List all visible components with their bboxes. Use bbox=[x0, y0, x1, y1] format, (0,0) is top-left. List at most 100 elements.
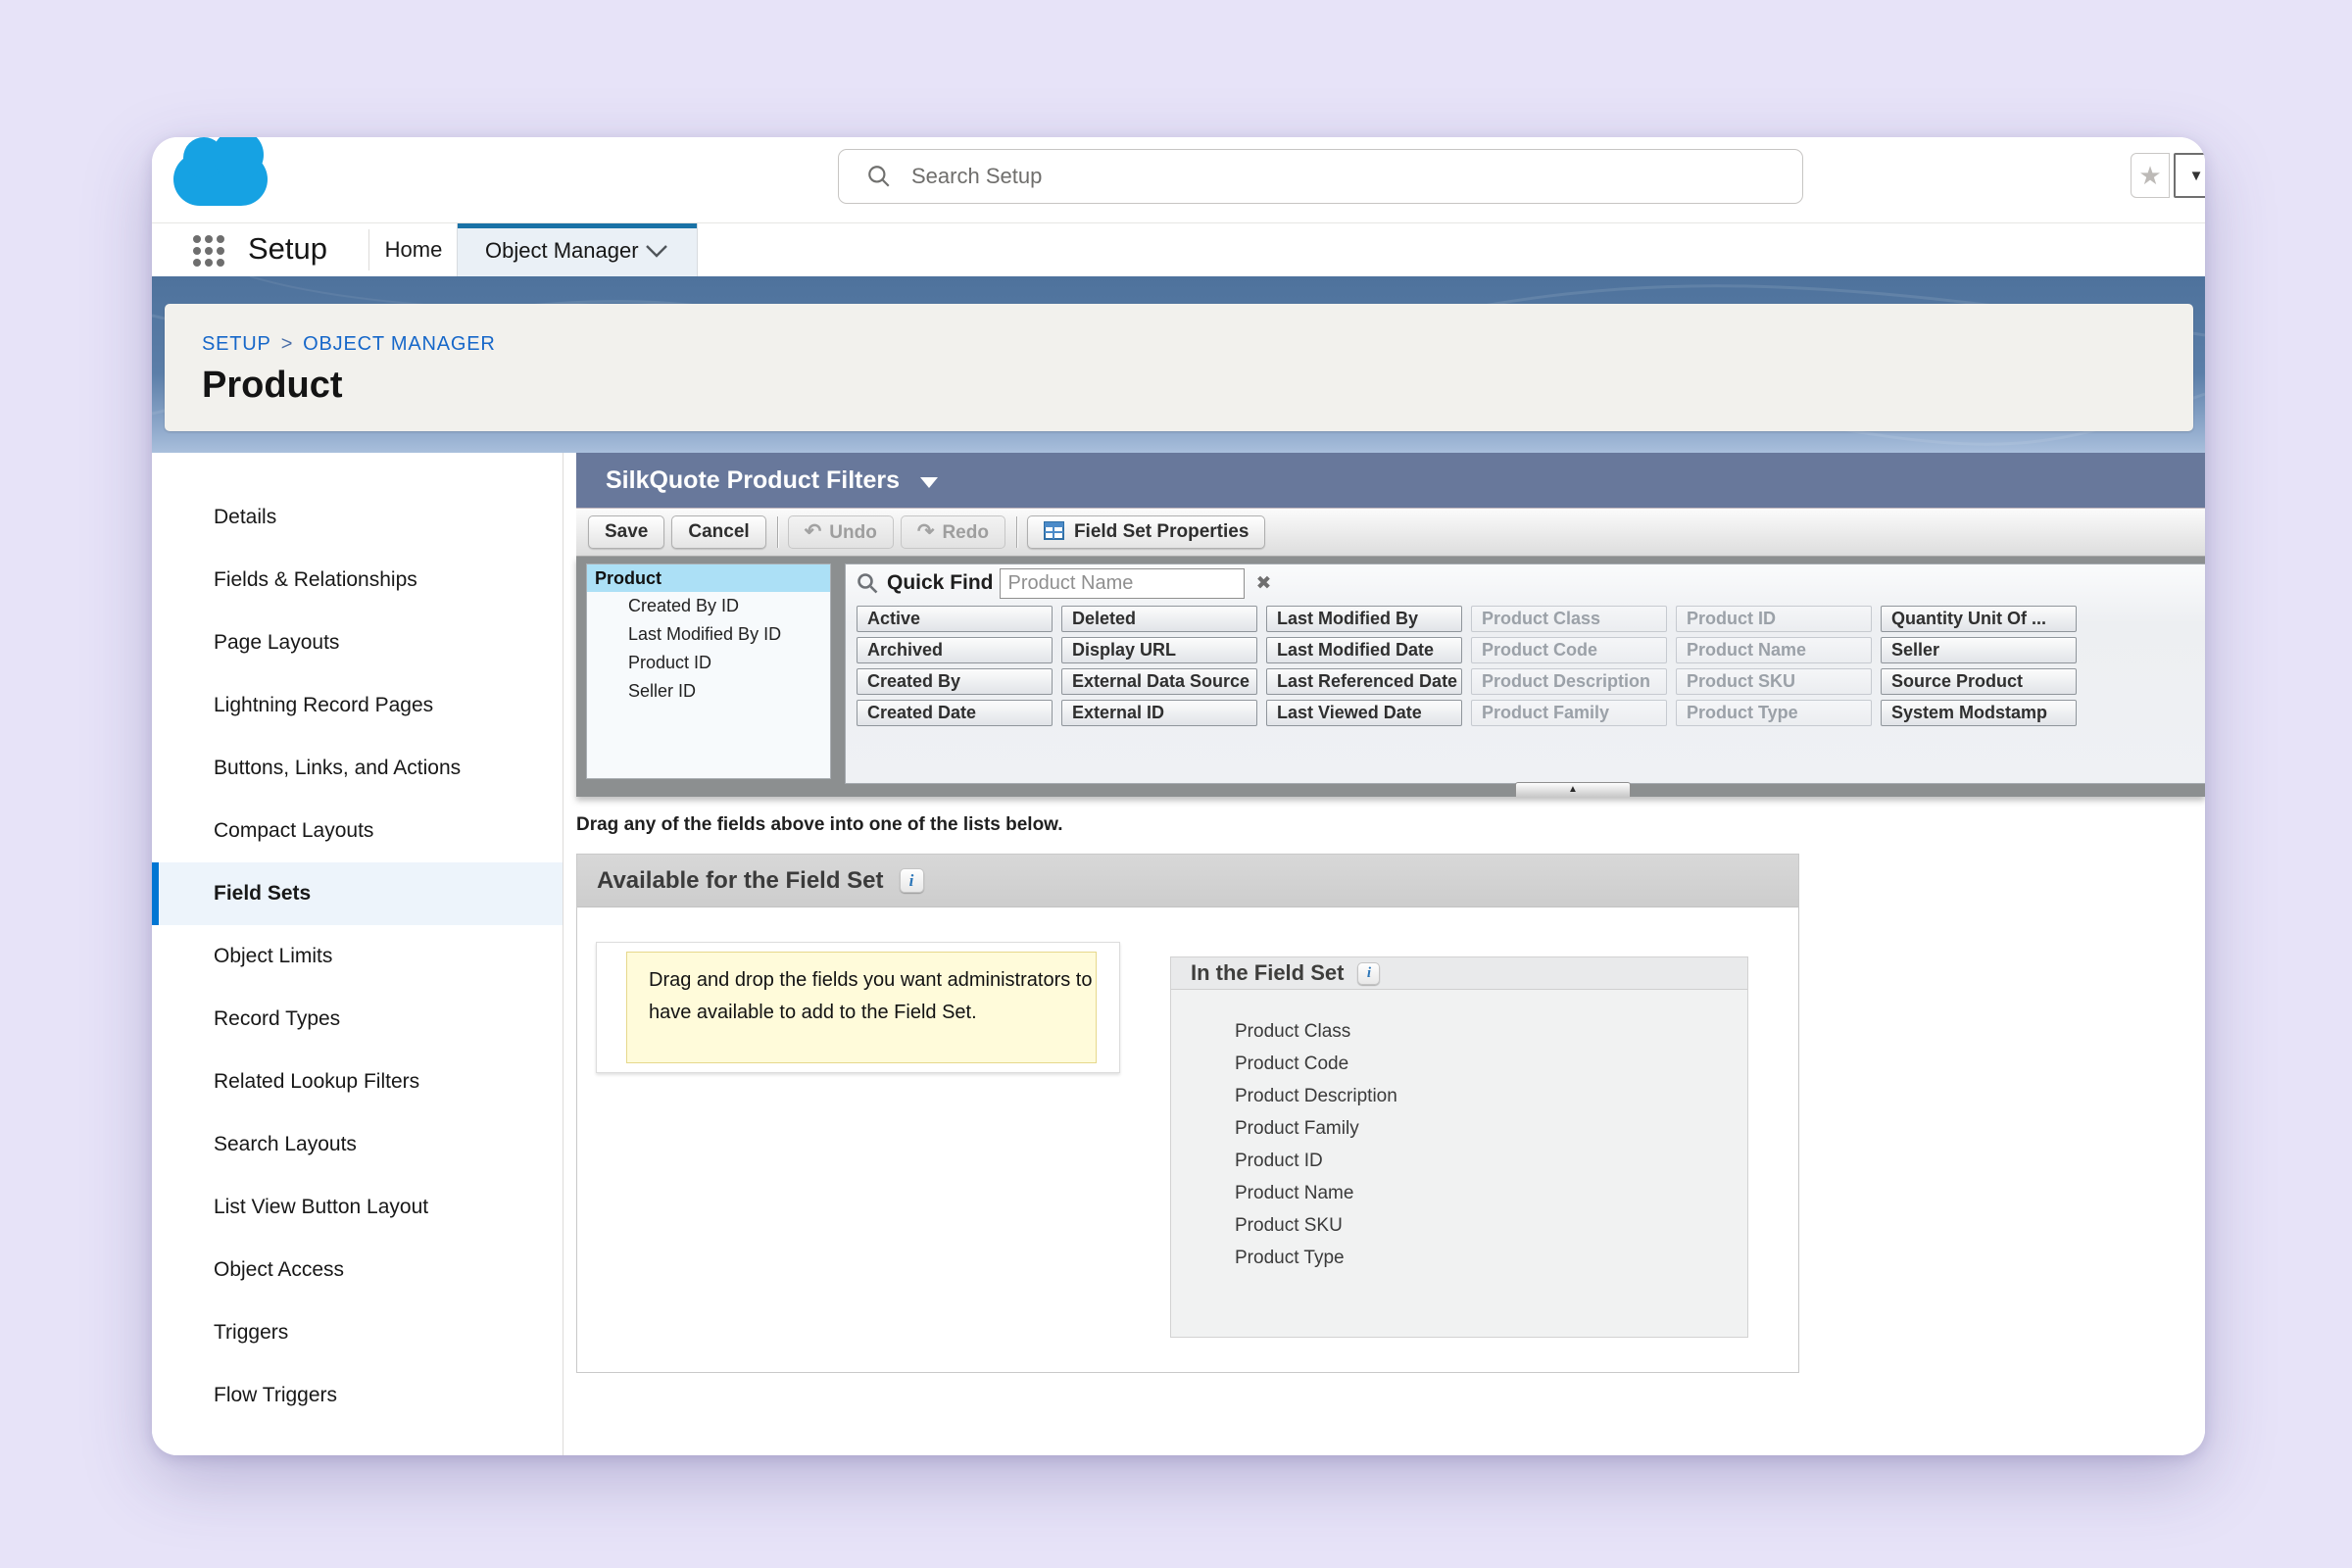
field-chip[interactable]: Last Modified By bbox=[1266, 606, 1462, 632]
field-chip[interactable]: Product ID bbox=[1676, 606, 1872, 632]
info-icon[interactable]: i bbox=[1357, 962, 1380, 985]
field-chip[interactable]: Seller bbox=[1881, 637, 2077, 663]
in-field-set-item[interactable]: Product Name bbox=[1235, 1177, 1747, 1209]
field-chip[interactable]: Product Class bbox=[1471, 606, 1667, 632]
in-field-set-item[interactable]: Product Class bbox=[1235, 1015, 1747, 1048]
main-region: DetailsFields & RelationshipsPage Layout… bbox=[152, 453, 2205, 1455]
sidebar-item[interactable]: Lightning Record Pages bbox=[152, 674, 563, 737]
field-chip[interactable]: Product SKU bbox=[1676, 668, 1872, 695]
sidebar-item[interactable]: List View Button Layout bbox=[152, 1176, 563, 1239]
field-chip[interactable]: External ID bbox=[1061, 700, 1257, 726]
in-field-set-item[interactable]: Product Code bbox=[1235, 1048, 1747, 1080]
search-setup-box bbox=[838, 149, 1803, 204]
tab-object-manager[interactable]: Object Manager bbox=[457, 223, 698, 276]
in-field-set-item[interactable]: Product Description bbox=[1235, 1080, 1747, 1112]
object-tree-panel: Product Created By IDLast Modified By ID… bbox=[586, 564, 831, 779]
toolbar-separator bbox=[777, 516, 778, 548]
field-chip[interactable]: Created By bbox=[857, 668, 1053, 695]
quick-find-bar: Quick Find ✖ bbox=[846, 564, 2205, 602]
tree-root-product[interactable]: Product bbox=[587, 564, 830, 592]
breadcrumb-object-manager-link[interactable]: OBJECT MANAGER bbox=[303, 333, 495, 355]
field-chip[interactable]: Product Description bbox=[1471, 668, 1667, 695]
search-setup-input[interactable] bbox=[911, 164, 1802, 189]
palette-column: Deleted Display URL External Data Source Ex… bbox=[1061, 606, 1257, 731]
redo-button[interactable]: ↷Redo bbox=[901, 515, 1005, 549]
quick-find-input[interactable] bbox=[1000, 568, 1245, 599]
sidebar-item[interactable]: Search Layouts bbox=[152, 1113, 563, 1176]
in-field-set-item[interactable]: Product Type bbox=[1235, 1242, 1747, 1274]
favorites-dropdown-button[interactable]: ▼ bbox=[2174, 153, 2205, 198]
toolbar-separator bbox=[1016, 516, 1017, 548]
cancel-button[interactable]: Cancel bbox=[671, 515, 765, 549]
field-chip[interactable]: Product Code bbox=[1471, 637, 1667, 663]
sidebar-item[interactable]: Triggers bbox=[152, 1301, 563, 1364]
sidebar-item[interactable]: Field Sets bbox=[152, 862, 563, 925]
palette-column: Last Modified By Last Modified Date Last R… bbox=[1266, 606, 1462, 731]
setup-app-label: Setup bbox=[248, 223, 327, 274]
in-field-set-item[interactable]: Product SKU bbox=[1235, 1209, 1747, 1242]
field-chip[interactable]: Product Name bbox=[1676, 637, 1872, 663]
field-chip[interactable]: External Data Source bbox=[1061, 668, 1257, 695]
field-chip[interactable]: Deleted bbox=[1061, 606, 1257, 632]
desktop-background: ★ ▼ Setup Home Object Manager bbox=[0, 0, 2352, 1568]
field-chip[interactable]: Quantity Unit Of ... bbox=[1881, 606, 2077, 632]
sidebar-item[interactable]: Details bbox=[152, 486, 563, 549]
sidebar-item[interactable]: Fields & Relationships bbox=[152, 549, 563, 612]
tree-node[interactable]: Last Modified By ID bbox=[587, 620, 830, 649]
available-drop-zone[interactable]: Drag and drop the fields you want admini… bbox=[596, 942, 1120, 1073]
tree-children: Created By IDLast Modified By IDProduct … bbox=[587, 592, 830, 706]
in-field-set-item[interactable]: Product ID bbox=[1235, 1145, 1747, 1177]
app-launcher-icon[interactable] bbox=[193, 235, 224, 267]
palette-column: Active Archived Created By Created Date bbox=[857, 606, 1053, 731]
available-section-title: Available for the Field Set bbox=[597, 867, 884, 895]
in-field-set-item[interactable]: Product Family bbox=[1235, 1112, 1747, 1145]
save-button[interactable]: Save bbox=[588, 515, 664, 549]
sidebar-item[interactable]: Record Types bbox=[152, 988, 563, 1051]
breadcrumb-setup-link[interactable]: SETUP bbox=[202, 333, 271, 355]
field-chip[interactable]: Product Family bbox=[1471, 700, 1667, 726]
tab-home[interactable]: Home bbox=[379, 223, 448, 276]
sidebar-item[interactable]: Buttons, Links, and Actions bbox=[152, 737, 563, 800]
undo-button[interactable]: ↶Undo bbox=[788, 515, 894, 549]
star-icon: ★ bbox=[2138, 161, 2161, 191]
field-chip[interactable]: Source Product bbox=[1881, 668, 2077, 695]
field-chip[interactable]: Product Type bbox=[1676, 700, 1872, 726]
global-header: ★ ▼ bbox=[152, 137, 2205, 223]
setup-nav-bar: Setup Home Object Manager bbox=[152, 223, 2205, 276]
field-chip[interactable]: Display URL bbox=[1061, 637, 1257, 663]
field-chip[interactable]: Last Modified Date bbox=[1266, 637, 1462, 663]
palette-collapse-handle[interactable]: ▲ bbox=[1515, 782, 1631, 797]
in-field-set-title: In the Field Set bbox=[1191, 960, 1344, 986]
field-chip[interactable]: Last Referenced Date bbox=[1266, 668, 1462, 695]
in-field-set-list: Product ClassProduct CodeProduct Descrip… bbox=[1171, 990, 1747, 1274]
editor-toolbar: Save Cancel ↶Undo ↷Redo Field Set Proper… bbox=[576, 508, 2205, 557]
field-chip[interactable]: System Modstamp bbox=[1881, 700, 2077, 726]
tree-node[interactable]: Created By ID bbox=[587, 592, 830, 620]
field-set-properties-button[interactable]: Field Set Properties bbox=[1027, 515, 1265, 549]
field-palette: Product Created By IDLast Modified By ID… bbox=[576, 557, 2205, 797]
field-chip[interactable]: Active bbox=[857, 606, 1053, 632]
info-icon[interactable]: i bbox=[900, 868, 924, 893]
breadcrumb-separator: > bbox=[281, 333, 293, 355]
collapse-arrow-icon: ▲ bbox=[1568, 784, 1578, 795]
sidebar-item[interactable]: Page Layouts bbox=[152, 612, 563, 674]
available-field-set-section: Available for the Field Set i Drag and d… bbox=[576, 854, 1799, 1373]
sidebar-list: DetailsFields & RelationshipsPage Layout… bbox=[152, 453, 563, 1427]
tree-node[interactable]: Product ID bbox=[587, 649, 830, 677]
sidebar-item[interactable]: Object Access bbox=[152, 1239, 563, 1301]
favorites-star-button[interactable]: ★ bbox=[2131, 153, 2170, 198]
clear-search-icon[interactable]: ✖ bbox=[1256, 572, 1272, 595]
field-set-title-bar[interactable]: SilkQuote Product Filters bbox=[576, 453, 2205, 508]
chevron-down-icon bbox=[646, 245, 667, 258]
sidebar-item[interactable]: Related Lookup Filters bbox=[152, 1051, 563, 1113]
page-header-card: SETUP>OBJECT MANAGER Product bbox=[165, 304, 2193, 431]
sidebar-item[interactable]: Flow Triggers bbox=[152, 1364, 563, 1427]
tree-node[interactable]: Seller ID bbox=[587, 677, 830, 706]
object-sidebar: DetailsFields & RelationshipsPage Layout… bbox=[152, 453, 564, 1455]
sidebar-item[interactable]: Compact Layouts bbox=[152, 800, 563, 862]
sidebar-item[interactable]: Object Limits bbox=[152, 925, 563, 988]
field-chip[interactable]: Created Date bbox=[857, 700, 1053, 726]
palette-column: Quantity Unit Of ... Seller Source Product… bbox=[1881, 606, 2077, 731]
field-chip[interactable]: Archived bbox=[857, 637, 1053, 663]
field-chip[interactable]: Last Viewed Date bbox=[1266, 700, 1462, 726]
